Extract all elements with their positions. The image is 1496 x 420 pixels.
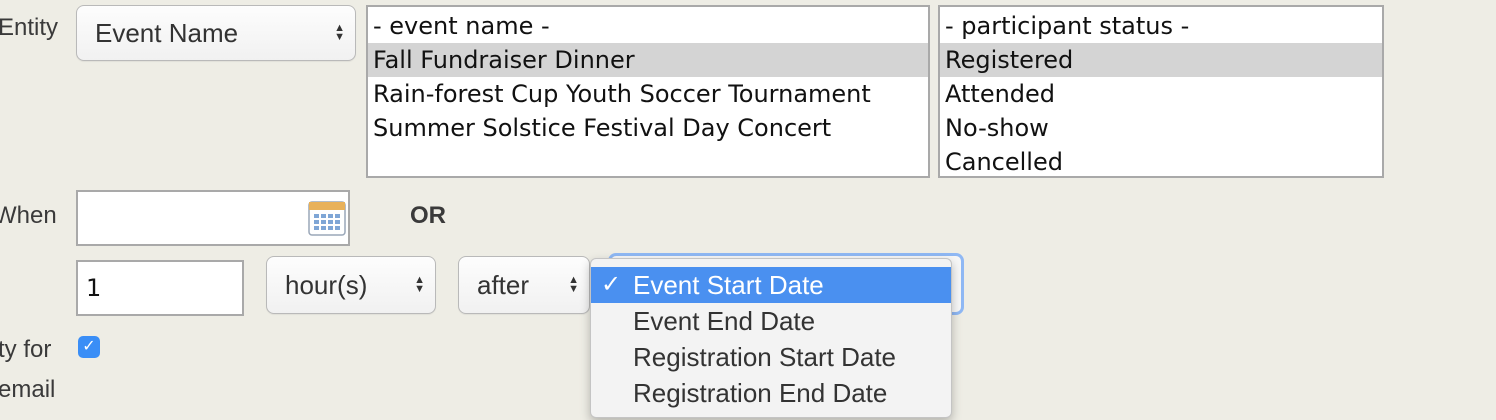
event-option-selected[interactable]: Fall Fundraiser Dinner: [368, 43, 928, 77]
calendar-icon[interactable]: [308, 199, 346, 237]
offset-unit-value: hour(s): [285, 269, 368, 300]
offset-direction-value: after: [477, 269, 530, 300]
offset-number-value: 1: [86, 274, 102, 302]
entity-select[interactable]: Event Name ▲ ▼: [76, 5, 356, 61]
dropdown-item-label: Event Start Date: [633, 270, 824, 300]
dropdown-item[interactable]: Event End Date: [591, 303, 951, 339]
status-option[interactable]: - participant status -: [940, 9, 1382, 43]
dropdown-item[interactable]: Registration Start Date: [591, 339, 951, 375]
offset-number-input[interactable]: 1: [76, 260, 244, 316]
dropdown-item-selected[interactable]: ✓ Event Start Date: [591, 267, 951, 303]
select-arrows-icon: ▲ ▼: [414, 274, 425, 295]
dropdown-item-label: Registration End Date: [633, 378, 888, 408]
select-arrows-icon: ▲ ▼: [334, 22, 345, 43]
checkbox-check-icon: ✓: [82, 338, 96, 355]
or-label: OR: [410, 202, 446, 229]
copy-checkbox[interactable]: ✓: [78, 336, 100, 358]
event-option[interactable]: Summer Solstice Festival Day Concert: [368, 111, 928, 145]
status-option[interactable]: No-show: [940, 111, 1382, 145]
dropdown-item-label: Event End Date: [633, 306, 816, 336]
status-option[interactable]: Attended: [940, 77, 1382, 111]
when-label: When: [0, 202, 57, 229]
dropdown-item[interactable]: Registration End Date: [591, 375, 951, 411]
date-field-dropdown[interactable]: ✓ Event Start Date Event End Date Regist…: [590, 258, 952, 418]
participant-status-listbox[interactable]: - participant status - Registered Attend…: [938, 5, 1384, 178]
entity-label: Entity: [0, 14, 59, 41]
dropdown-item-label: Registration Start Date: [633, 342, 897, 372]
status-option[interactable]: Cancelled: [940, 145, 1382, 176]
event-name-listbox[interactable]: - event name - Fall Fundraiser Dinner Ra…: [366, 5, 930, 178]
event-option[interactable]: - event name -: [368, 9, 928, 43]
copy-label-line1: ty for: [0, 336, 52, 363]
copy-label-line2: email: [0, 376, 56, 403]
event-option[interactable]: Rain-forest Cup Youth Soccer Tournament: [368, 77, 928, 111]
select-arrows-icon: ▲ ▼: [568, 274, 579, 295]
status-option-selected[interactable]: Registered: [940, 43, 1382, 77]
checkmark-icon: ✓: [601, 271, 622, 298]
offset-direction-select[interactable]: after ▲ ▼: [458, 256, 590, 314]
offset-unit-select[interactable]: hour(s) ▲ ▼: [266, 256, 436, 314]
entity-select-value: Event Name: [95, 17, 239, 48]
